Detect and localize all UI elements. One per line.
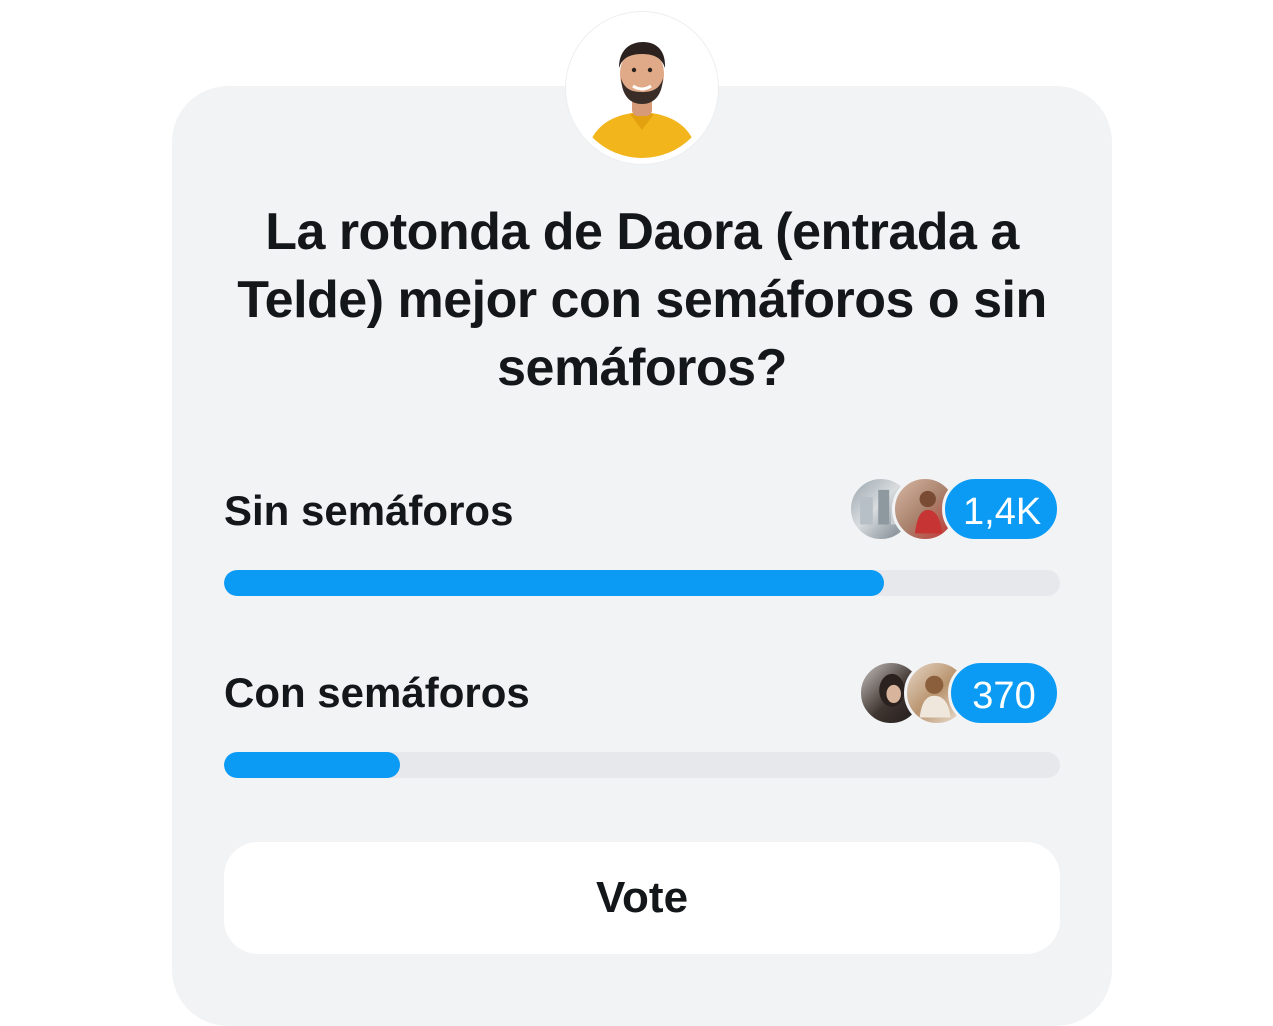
poll-option-con-semaforos[interactable]: Con semáforos 370 — [224, 660, 1060, 780]
vote-count-badge: 370 — [948, 660, 1060, 726]
option-label: Con semáforos — [224, 669, 530, 716]
progress-bar-fill — [224, 570, 885, 596]
person-avatar-icon — [572, 18, 712, 158]
progress-bar-track — [224, 570, 1060, 596]
progress-bar-fill — [224, 752, 400, 778]
voter-avatars: 1,4K — [848, 476, 1060, 542]
progress-bar-track — [224, 752, 1060, 778]
poll-question: La rotonda de Daora (entrada a Telde) me… — [237, 203, 1047, 397]
vote-button[interactable]: Vote — [224, 842, 1060, 954]
voter-avatars: 370 — [858, 660, 1060, 726]
option-label: Sin semáforos — [224, 487, 514, 534]
vote-count-badge: 1,4K — [942, 476, 1060, 542]
author-avatar — [566, 12, 718, 164]
poll-option-sin-semaforos[interactable]: Sin semáforos 1,4K — [224, 476, 1060, 596]
